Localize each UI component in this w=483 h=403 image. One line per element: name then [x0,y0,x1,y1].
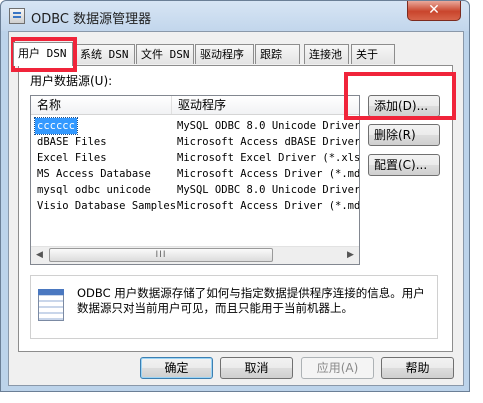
column-header-name[interactable]: 名称 [31,96,171,114]
list-item[interactable]: dBASE Files Microsoft Access dBASE Driver [31,134,359,150]
list-rows: cccccc MySQL ODBC 8.0 Unicode Driver dBASE… [31,117,360,214]
dsn-driver: Microsoft Excel Driver (*.xls, [177,152,360,164]
column-header-driver[interactable]: 驱动程序 [171,96,359,114]
remove-button[interactable]: 删除(R) [368,124,440,146]
scroll-left-arrow-icon[interactable]: ◀ [31,247,48,264]
tab-tracing[interactable]: 跟踪 [255,44,300,64]
scroll-thumb[interactable]: III [49,248,273,262]
tab-drivers[interactable]: 驱动程序 [195,44,254,64]
info-box: ODBC 用户数据源存储了如何与指定数据提供程序连接的信息。用户数据源只对当前用… [30,275,438,339]
data-source-info-icon [38,289,64,321]
tab-user-dsn[interactable]: 用户 DSN [13,42,73,66]
dsn-name: mysql odbc unicode [37,184,151,196]
user-dsn-list[interactable]: 名称 驱动程序 cccccc MySQL ODBC 8.0 Unicode Dri… [30,95,360,265]
ok-button[interactable]: 确定 [140,357,213,379]
highlight-box-add-button [344,72,456,120]
list-header: 名称 驱动程序 [31,96,359,115]
tab-system-dsn[interactable]: 系统 DSN [75,44,135,64]
configure-button[interactable]: 配置(C)... [368,154,440,176]
help-button[interactable]: 帮助 [381,357,454,379]
scroll-right-arrow-icon[interactable]: ▶ [342,247,359,264]
list-item[interactable]: MS Access Database Microsoft Access Drive… [31,166,359,182]
tab-strip: 用户 DSN 系统 DSN 文件 DSN 驱动程序 跟踪 连接池 关于 [7,42,407,66]
dsn-driver: Microsoft Access Driver (*.mdb [177,200,360,212]
tab-connection-pooling[interactable]: 连接池 [304,44,349,64]
list-item[interactable]: Excel Files Microsoft Excel Driver (*.xls… [31,150,359,166]
close-button[interactable]: ✕ [407,1,461,21]
tab-about[interactable]: 关于 [351,44,395,64]
dsn-name: Visio Database Samples [37,200,177,212]
dsn-name: cccccc [34,117,78,135]
dsn-driver: MySQL ODBC 8.0 Unicode Driver [177,120,360,132]
list-item[interactable]: cccccc MySQL ODBC 8.0 Unicode Driver [31,117,360,135]
cancel-button[interactable]: 取消 [220,357,293,379]
dsn-name: Excel Files [37,152,107,164]
tab-file-dsn[interactable]: 文件 DSN [136,44,194,64]
dsn-name: dBASE Files [37,136,107,148]
window-title: ODBC 数据源管理器 [31,12,152,27]
info-text: ODBC 用户数据源存储了如何与指定数据提供程序连接的信息。用户数据源只对当前用… [77,286,425,315]
dsn-driver: MySQL ODBC 8.0 Unicode Driver [177,184,360,196]
title-bar[interactable]: ODBC 数据源管理器 ✕ [1,1,469,31]
dsn-name: MS Access Database [37,168,151,180]
list-item[interactable]: Visio Database Samples Microsoft Access D… [31,198,359,214]
dsn-driver: Microsoft Access dBASE Driver [177,136,360,148]
odbc-app-icon [9,8,25,24]
list-item[interactable]: mysql odbc unicode MySQL ODBC 8.0 Unicode… [31,182,359,198]
user-data-sources-label: 用户数据源(U): [30,74,113,88]
dsn-driver: Microsoft Access Driver (*.mdb [177,168,360,180]
apply-button[interactable]: 应用(A) [301,357,374,379]
horizontal-scrollbar[interactable]: ◀ III ▶ [31,246,359,264]
